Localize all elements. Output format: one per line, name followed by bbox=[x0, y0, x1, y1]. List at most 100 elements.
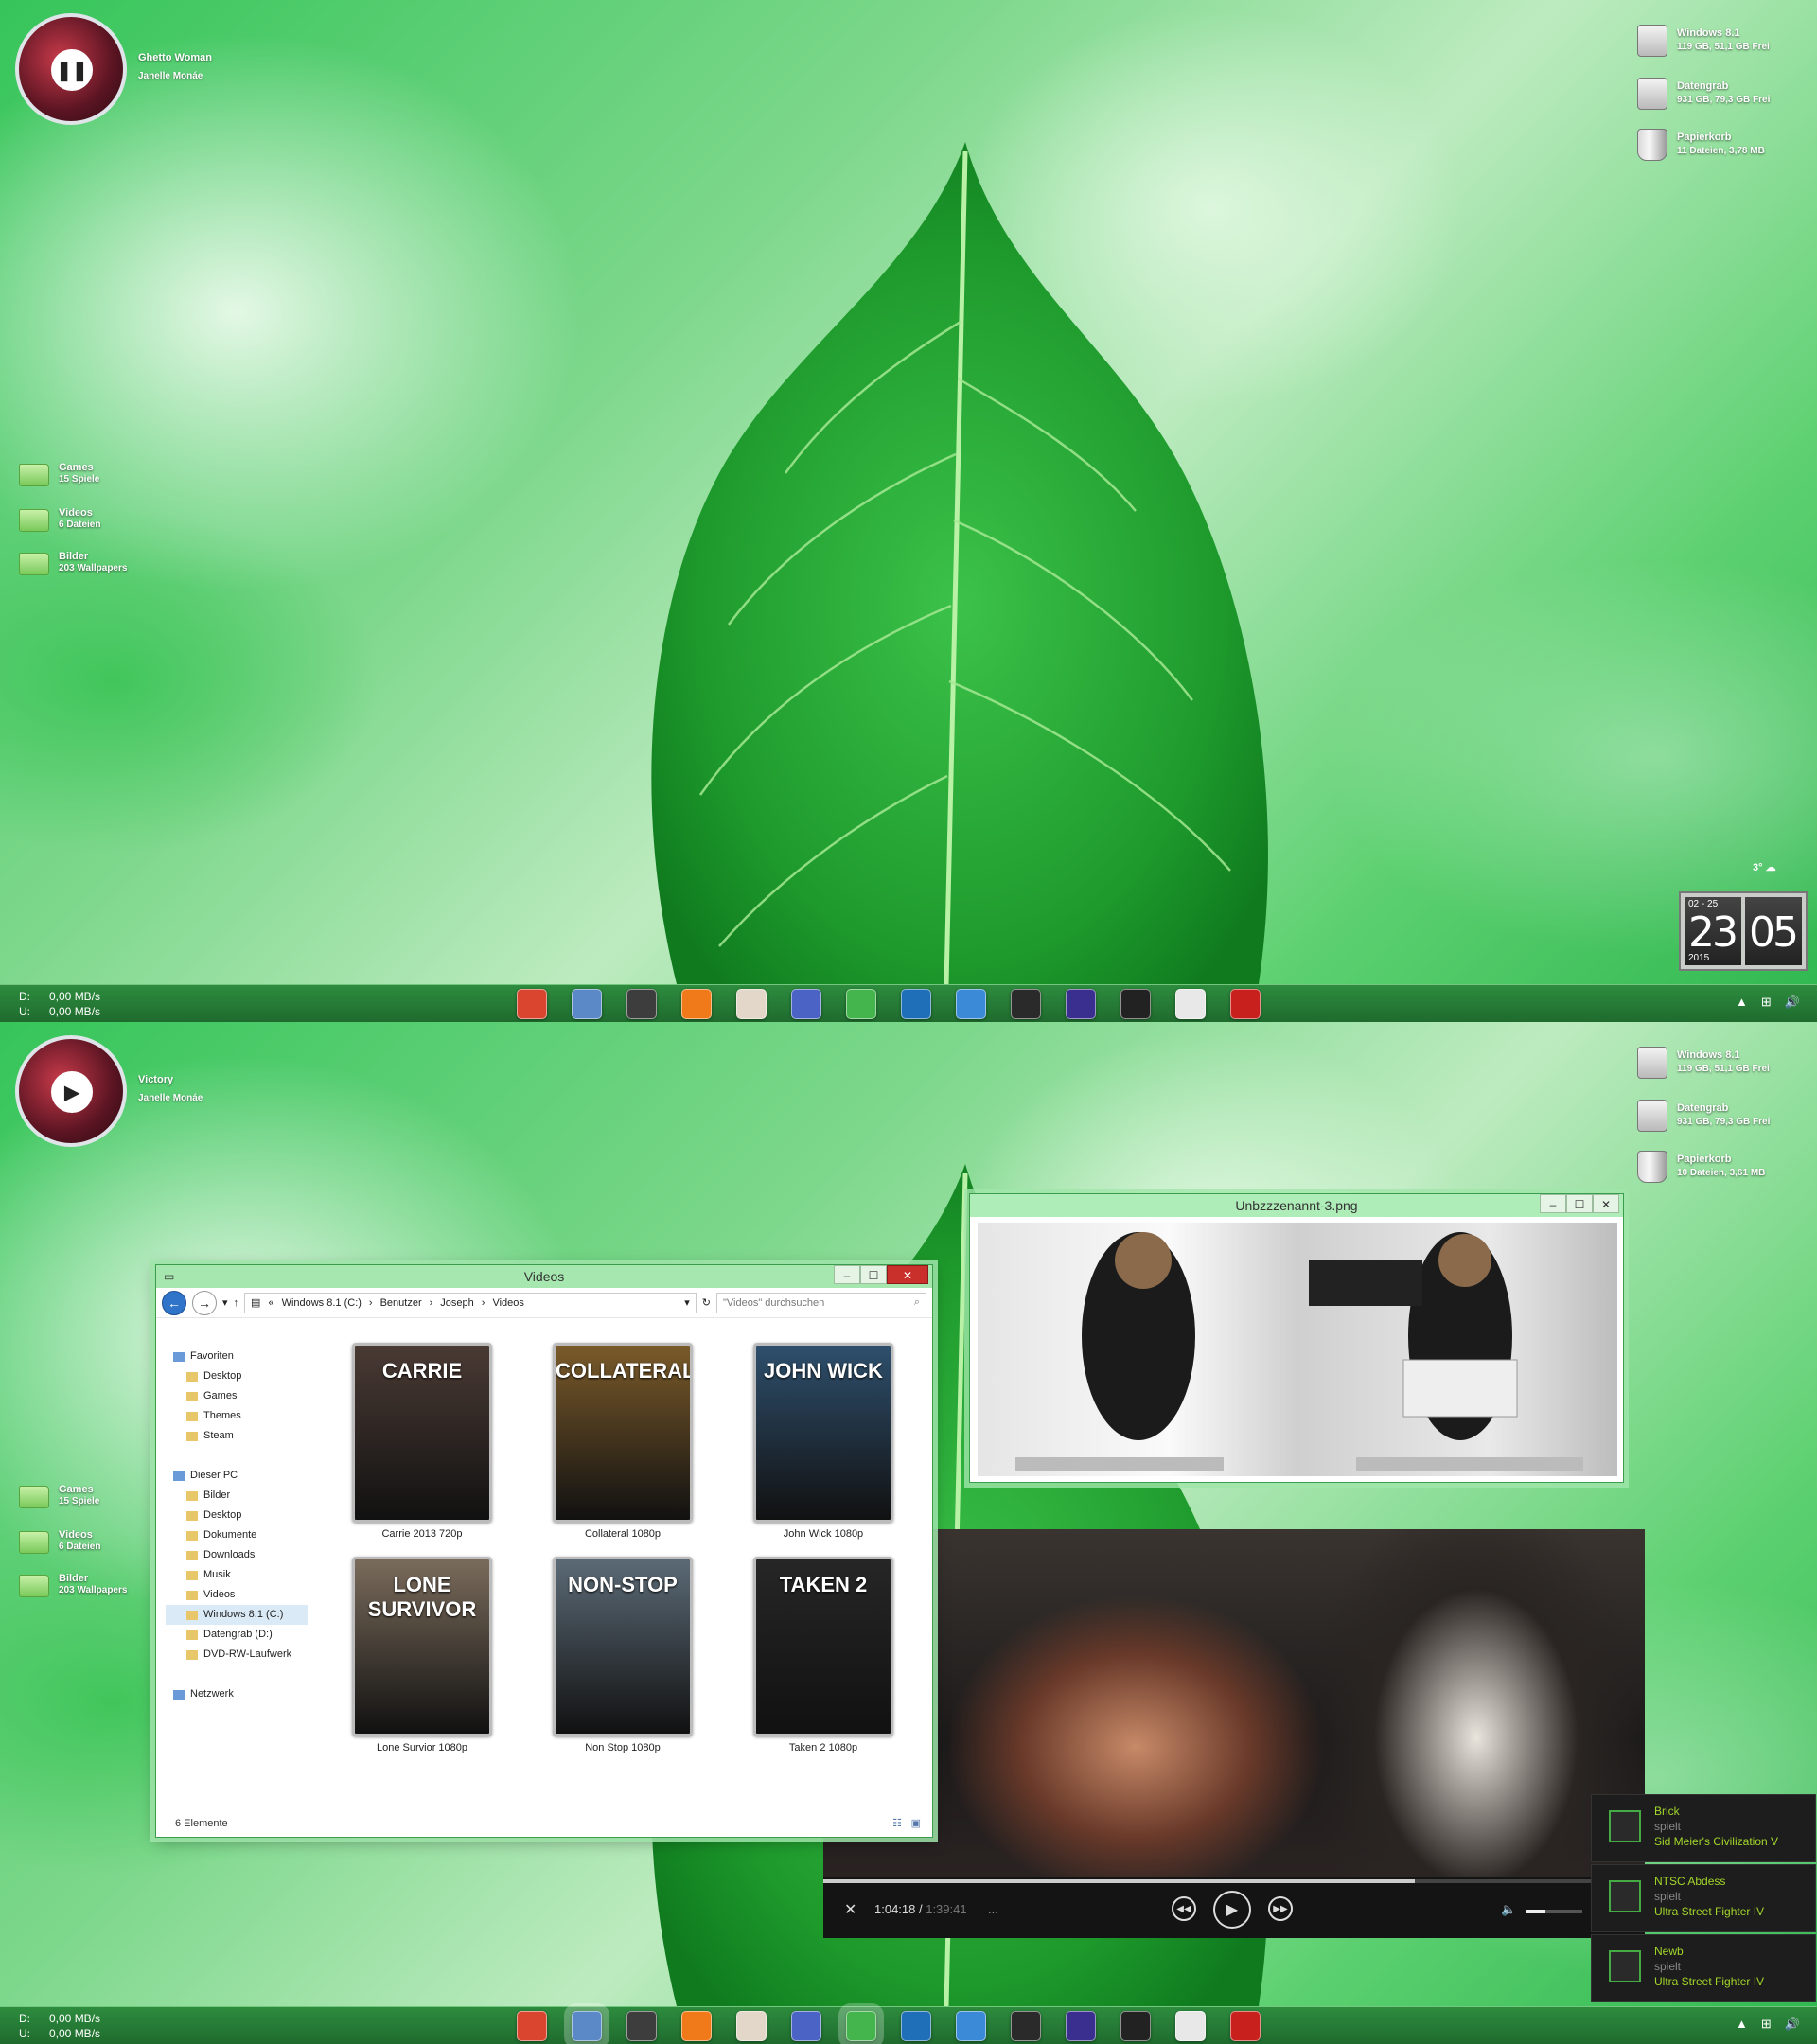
steam-notification[interactable]: NTSC Abdess spielt Ultra Street Fighter … bbox=[1591, 1864, 1816, 1932]
breadcrumb-benutzer[interactable]: Benutzer bbox=[380, 1297, 422, 1309]
picasa-icon[interactable] bbox=[791, 2011, 821, 2041]
network-icon[interactable]: ⊞ bbox=[1761, 995, 1772, 1010]
minimize-button[interactable]: – bbox=[834, 1265, 860, 1284]
desktop-folder-bilder[interactable]: Bilder 203 Wallpapers bbox=[19, 549, 151, 583]
itunes-icon[interactable] bbox=[956, 989, 986, 1019]
tray-overflow-icon[interactable]: ▲ bbox=[1736, 995, 1748, 1010]
explorer-icon[interactable] bbox=[564, 2003, 609, 2044]
file-item[interactable]: LONE SURVIVOR Lone Survior 1080p bbox=[332, 1557, 512, 1753]
drive-datengrab[interactable]: Datengrab 931 GB, 79,3 GB Frei bbox=[1637, 78, 1789, 119]
picasa-icon[interactable] bbox=[791, 989, 821, 1019]
close-button[interactable]: ✕ bbox=[887, 1265, 928, 1284]
steam-notification[interactable]: Newb spielt Ultra Street Fighter IV bbox=[1591, 1934, 1816, 2002]
breadcrumb-joseph[interactable]: Joseph bbox=[440, 1297, 473, 1309]
video-progress-bar[interactable] bbox=[823, 1879, 1645, 1883]
close-icon[interactable]: ✕ bbox=[844, 1900, 856, 1919]
chrome-icon[interactable] bbox=[517, 2011, 547, 2041]
volume-icon[interactable]: 🔊 bbox=[1785, 2017, 1800, 2032]
puppet-icon[interactable] bbox=[1011, 2011, 1041, 2041]
viewer-titlebar[interactable]: Unbzzzenannt-3.png – ☐ ✕ bbox=[970, 1194, 1623, 1217]
feather-icon[interactable] bbox=[736, 989, 767, 1019]
desktop-folder-games[interactable]: Games 15 Spiele bbox=[19, 460, 151, 494]
address-bar[interactable]: ▤ « Windows 8.1 (C:) › Benutzer › Joseph › … bbox=[244, 1292, 697, 1313]
minimize-button[interactable]: – bbox=[1540, 1194, 1566, 1213]
film-icon[interactable] bbox=[1066, 2011, 1096, 2041]
file-item[interactable]: TAKEN 2 Taken 2 1080p bbox=[733, 1557, 913, 1753]
clapper-icon[interactable] bbox=[1120, 2011, 1151, 2041]
breadcrumb-videos[interactable]: Videos bbox=[492, 1297, 523, 1309]
download-icon[interactable] bbox=[838, 2003, 884, 2044]
origin-icon[interactable] bbox=[681, 2011, 712, 2041]
tray-overflow-icon[interactable]: ▲ bbox=[1736, 2017, 1748, 2032]
volume-icon[interactable]: 🔊 bbox=[1785, 995, 1800, 1010]
play-icon[interactable]: ▶ bbox=[51, 1071, 93, 1113]
search-input[interactable]: "Videos" durchsuchen ⌕ bbox=[716, 1292, 926, 1313]
chevron-down-icon[interactable]: ▾ bbox=[222, 1296, 228, 1309]
video-player-window[interactable]: ✕ 1:04:18 / 1:39:41 ... ◀◀ ▶ ▶▶ 🔈 bbox=[823, 1529, 1645, 1938]
up-arrow-icon[interactable]: ↑ bbox=[234, 1297, 239, 1309]
drive-windows[interactable]: Windows 8.1 119 GB, 51,1 GB Frei bbox=[1637, 25, 1789, 66]
recycle-bin[interactable]: Papierkorb 10 Dateien, 3,61 MB bbox=[1637, 1151, 1789, 1192]
volume-slider[interactable] bbox=[1526, 1910, 1582, 1913]
feather-icon[interactable] bbox=[736, 2011, 767, 2041]
back-button[interactable]: ← bbox=[162, 1290, 186, 1315]
file-explorer-window[interactable]: ▭ Videos – ☐ ✕ ← → ▾ ↑ ▤ « Windows 8.1 (… bbox=[155, 1264, 933, 1838]
file-item[interactable]: CARRIE Carrie 2013 720p bbox=[332, 1343, 512, 1540]
drive-windows[interactable]: Windows 8.1 119 GB, 51,1 GB Frei bbox=[1637, 1047, 1789, 1088]
nav-item[interactable]: Bilder bbox=[166, 1486, 308, 1506]
nav-item[interactable]: Games bbox=[166, 1386, 308, 1406]
chrome-icon[interactable] bbox=[517, 989, 547, 1019]
desktop-folder-bilder[interactable]: Bilder 203 Wallpapers bbox=[19, 1571, 151, 1605]
nav-item[interactable]: Videos bbox=[166, 1585, 308, 1605]
more-options[interactable]: ... bbox=[988, 1902, 998, 1916]
steam-icon[interactable] bbox=[626, 2011, 657, 2041]
maximize-button[interactable]: ☐ bbox=[860, 1265, 887, 1284]
speedtest-icon[interactable] bbox=[901, 2011, 931, 2041]
refresh-icon[interactable]: ↻ bbox=[702, 1296, 711, 1309]
forward-button[interactable]: → bbox=[192, 1290, 217, 1315]
flash-drive-icon[interactable] bbox=[1175, 989, 1206, 1019]
nav-item[interactable]: Windows 8.1 (C:) bbox=[166, 1605, 308, 1625]
maximize-button[interactable]: ☐ bbox=[1566, 1194, 1593, 1213]
gamepad-icon[interactable] bbox=[1230, 989, 1261, 1019]
details-view-icon[interactable]: ☷ bbox=[892, 1817, 902, 1829]
nav-item[interactable]: Desktop bbox=[166, 1506, 308, 1525]
puppet-icon[interactable] bbox=[1011, 989, 1041, 1019]
volume-icon[interactable]: 🔈 bbox=[1501, 1902, 1516, 1917]
close-button[interactable]: ✕ bbox=[1593, 1194, 1619, 1213]
desktop-folder-games[interactable]: Games 15 Spiele bbox=[19, 1482, 151, 1516]
nav-item[interactable]: Musik bbox=[166, 1565, 308, 1585]
nav-item[interactable]: Netzwerk bbox=[166, 1684, 308, 1704]
file-item[interactable]: JOHN WICK John Wick 1080p bbox=[733, 1343, 913, 1540]
desktop-folder-videos[interactable]: Videos 6 Dateien bbox=[19, 1527, 151, 1561]
nav-item[interactable]: Dieser PC bbox=[166, 1466, 308, 1486]
pause-icon[interactable]: ❚❚ bbox=[51, 49, 93, 91]
clapper-icon[interactable] bbox=[1120, 989, 1151, 1019]
rewind-icon[interactable]: ◀◀ bbox=[1172, 1896, 1196, 1921]
play-icon[interactable]: ▶ bbox=[1213, 1891, 1251, 1929]
fast-forward-icon[interactable]: ▶▶ bbox=[1268, 1896, 1293, 1921]
desktop-folder-videos[interactable]: Videos 6 Dateien bbox=[19, 505, 151, 539]
nav-item[interactable]: Downloads bbox=[166, 1545, 308, 1565]
media-player-widget[interactable]: ❚❚ bbox=[15, 13, 127, 125]
file-item[interactable]: COLLATERAL Collateral 1080p bbox=[533, 1343, 713, 1540]
image-viewer-window[interactable]: Unbzzzenannt-3.png – ☐ ✕ bbox=[969, 1193, 1624, 1483]
network-icon[interactable]: ⊞ bbox=[1761, 2017, 1772, 2032]
file-item[interactable]: NON-STOP Non Stop 1080p bbox=[533, 1557, 713, 1753]
nav-item[interactable]: Desktop bbox=[166, 1366, 308, 1386]
itunes-icon[interactable] bbox=[956, 2011, 986, 2041]
nav-item[interactable]: Favoriten bbox=[166, 1347, 308, 1366]
nav-item[interactable]: Themes bbox=[166, 1406, 308, 1426]
explorer-titlebar[interactable]: ▭ Videos – ☐ ✕ bbox=[156, 1265, 932, 1288]
download-icon[interactable] bbox=[846, 989, 876, 1019]
origin-icon[interactable] bbox=[681, 989, 712, 1019]
large-icons-view-icon[interactable]: ▣ bbox=[911, 1817, 921, 1829]
steam-icon[interactable] bbox=[626, 989, 657, 1019]
media-player-widget[interactable]: ▶ bbox=[15, 1035, 127, 1147]
explorer-icon[interactable] bbox=[572, 989, 602, 1019]
film-icon[interactable] bbox=[1066, 989, 1096, 1019]
flash-drive-icon[interactable] bbox=[1175, 2011, 1206, 2041]
nav-item[interactable]: Dokumente bbox=[166, 1525, 308, 1545]
steam-notification[interactable]: Brick spielt Sid Meier's Civilization V bbox=[1591, 1794, 1816, 1862]
speedtest-icon[interactable] bbox=[901, 989, 931, 1019]
